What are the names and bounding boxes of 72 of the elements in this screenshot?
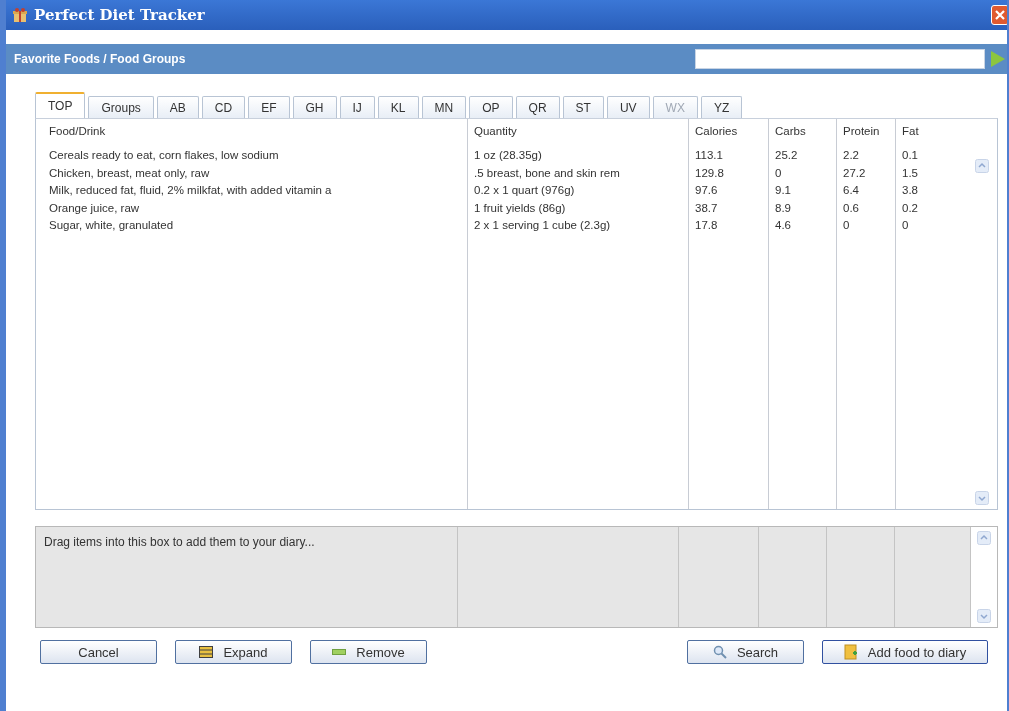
tab[interactable]: KL (377, 96, 419, 118)
search-icon (712, 645, 727, 659)
list-icon (199, 646, 214, 658)
section-title: Favorite Foods / Food Groups (14, 52, 187, 66)
search-field[interactable] (695, 49, 985, 69)
table-cell-text: 8.9 (775, 200, 791, 216)
table-cell-text: Sugar, white, granulated (49, 218, 174, 233)
cancel-button[interactable]: Cancel (40, 640, 157, 664)
tab[interactable]: IJ (339, 96, 375, 118)
scroll-up-icon[interactable] (974, 159, 989, 173)
close-button[interactable] (991, 5, 1007, 25)
tab[interactable]: ST (562, 96, 604, 118)
table-cell-text: 2.2 (843, 148, 859, 163)
table-cell-text: 0 (775, 165, 782, 181)
table-cell-text: 0 (843, 218, 850, 233)
close-icon (994, 9, 1006, 21)
table-cell-text: .5 breast, bone and skin rem (474, 165, 620, 181)
table-cell-text: 38.7 (695, 200, 718, 216)
table-cell-text: 9.1 (775, 183, 791, 198)
table-cell-text: 27.2 (843, 165, 866, 181)
tab[interactable]: GH (292, 96, 337, 118)
column-header: Food/Drink (49, 124, 106, 139)
tab[interactable]: QR (515, 96, 560, 118)
drop-hint: Drag items into this box to add them to your diary... (43, 534, 316, 551)
table-cell-text: 2 x 1 serving 1 cube (2.3g) (474, 218, 611, 233)
notebook-icon (843, 644, 858, 660)
play-icon[interactable] (989, 49, 1007, 69)
tab[interactable]: Groups (88, 96, 154, 118)
diary-drop-area[interactable]: Drag items into this box to add them to your diary... (35, 526, 998, 628)
tab[interactable]: AB (156, 96, 199, 118)
tab[interactable]: EF (248, 96, 290, 118)
table-cell-text: Milk, reduced fat, fluid, 2% milkfat, with added vitamin a (49, 183, 332, 198)
scroll-down-icon[interactable] (977, 609, 991, 623)
tab[interactable]: MN (421, 96, 467, 118)
scroll-up-icon[interactable] (977, 531, 991, 545)
tab[interactable]: OP (469, 96, 513, 118)
table-cell-text: 0.2 x 1 quart (976g) (474, 183, 575, 198)
table-cell-text: Orange juice, raw (49, 200, 140, 216)
minus-icon (332, 649, 347, 655)
table-cell-text: 113.1 (695, 148, 723, 163)
expand-button[interactable]: Expand (175, 640, 292, 664)
add-food-button[interactable]: Add food to diary (822, 640, 988, 664)
table-cell-text: 0.1 (902, 148, 918, 163)
tab[interactable]: UV (606, 96, 650, 118)
table-cell-text: 25.2 (775, 148, 798, 163)
tab[interactable]: CD (201, 96, 246, 118)
gift-icon (12, 7, 28, 23)
window-title: Perfect Diet Tracker (34, 6, 206, 24)
table-cell-text: 0.6 (843, 200, 859, 216)
column-header: Quantity (474, 124, 517, 139)
remove-button[interactable]: Remove (310, 640, 427, 664)
table-cell-text: Chicken, breast, meat only, raw (49, 165, 210, 181)
scroll-down-icon[interactable] (974, 491, 989, 505)
column-header: Protein (843, 124, 880, 139)
table-cell-text: 129.8 (695, 165, 724, 181)
table-cell-text: 0 (902, 218, 909, 233)
table-cell-text: 1 oz (28.35g) (474, 148, 542, 163)
table-cell-text: 1 fruit yields (86g) (474, 200, 566, 216)
table-cell-text: Cereals ready to eat, corn flakes, low sodium (49, 148, 279, 163)
tab[interactable]: TOP (35, 92, 86, 118)
table-cell-text: 3.8 (902, 183, 918, 198)
table-cell-text: 0.2 (902, 200, 918, 216)
column-header: Calories (695, 124, 738, 139)
column-header: Fat (902, 124, 919, 139)
tab[interactable]: YZ (700, 96, 743, 118)
table-cell-text: 97.6 (695, 183, 718, 198)
column-header: Carbs (775, 124, 806, 139)
search-button[interactable]: Search (687, 640, 804, 664)
table-cell-text: 17.8 (695, 218, 718, 233)
table-cell-text: 1.5 (902, 165, 918, 181)
table-cell-text: 6.4 (843, 183, 859, 198)
table-cell-text: 4.6 (775, 218, 791, 233)
